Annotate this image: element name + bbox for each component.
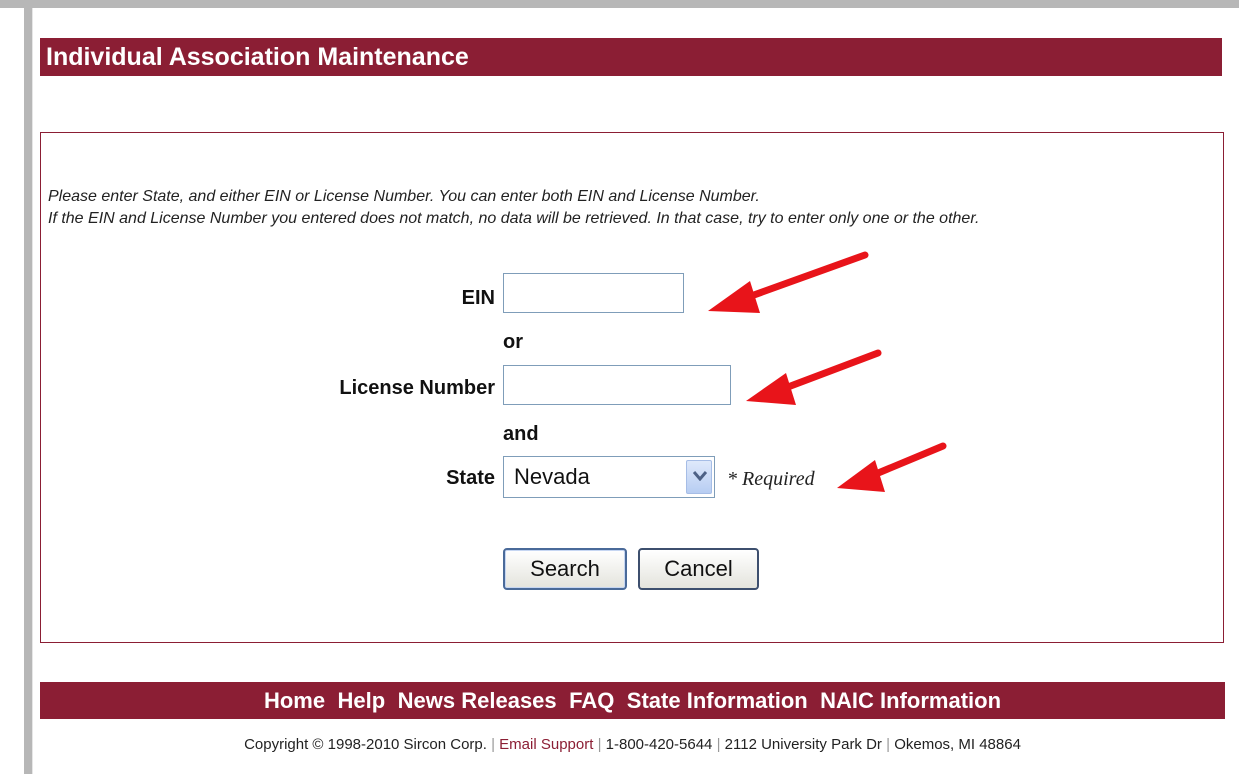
state-select[interactable]: Nevada (503, 456, 715, 498)
license-number-input[interactable] (503, 365, 731, 405)
cancel-button[interactable]: Cancel (638, 548, 759, 590)
state-select-value: Nevada (514, 464, 590, 489)
separator: | (491, 736, 495, 753)
red-arrow-icon (837, 442, 947, 492)
separator: | (716, 736, 721, 753)
red-arrow-icon (746, 349, 882, 405)
copyright-line: Copyright © 1998-2010 Sircon Corp. | Ema… (40, 736, 1225, 753)
page-title: Individual Association Maintenance (40, 38, 1222, 76)
ein-label: EIN (461, 287, 495, 309)
instructions: Please enter State, and either EIN or Li… (48, 186, 1228, 230)
license-number-label: License Number (339, 377, 495, 399)
street-address: 2112 University Park Dr (724, 736, 882, 753)
and-text: and (503, 423, 539, 445)
nav-home-link[interactable]: Home (264, 688, 325, 713)
nav-state-information-link[interactable]: State Information (627, 688, 808, 713)
required-note: * Required (727, 468, 815, 490)
or-text: or (503, 331, 523, 353)
window-frame-left (24, 8, 32, 774)
window-frame-left-inner (32, 8, 33, 774)
copyright-text: Copyright © 1998-2010 Sircon Corp. (244, 736, 487, 753)
footer-nav: Home Help News Releases FAQ State Inform… (40, 682, 1225, 719)
email-support-link[interactable]: Email Support (499, 736, 593, 753)
state-label: State (446, 467, 495, 489)
red-arrow-icon (708, 251, 869, 313)
separator: | (597, 736, 602, 753)
nav-news-releases-link[interactable]: News Releases (398, 688, 557, 713)
nav-help-link[interactable]: Help (338, 688, 386, 713)
nav-faq-link[interactable]: FAQ (569, 688, 614, 713)
instructions-line-1: Please enter State, and either EIN or Li… (48, 188, 760, 205)
ein-input[interactable] (503, 273, 684, 313)
window-frame-top (0, 0, 1239, 8)
search-button[interactable]: Search (503, 548, 627, 590)
phone-number: 1-800-420-5644 (605, 736, 713, 753)
city-address: Okemos, MI 48864 (894, 736, 1021, 753)
chevron-down-icon[interactable] (686, 460, 712, 494)
separator: | (886, 736, 891, 753)
nav-naic-information-link[interactable]: NAIC Information (820, 688, 1001, 713)
instructions-line-2: If the EIN and License Number you entere… (48, 210, 980, 227)
